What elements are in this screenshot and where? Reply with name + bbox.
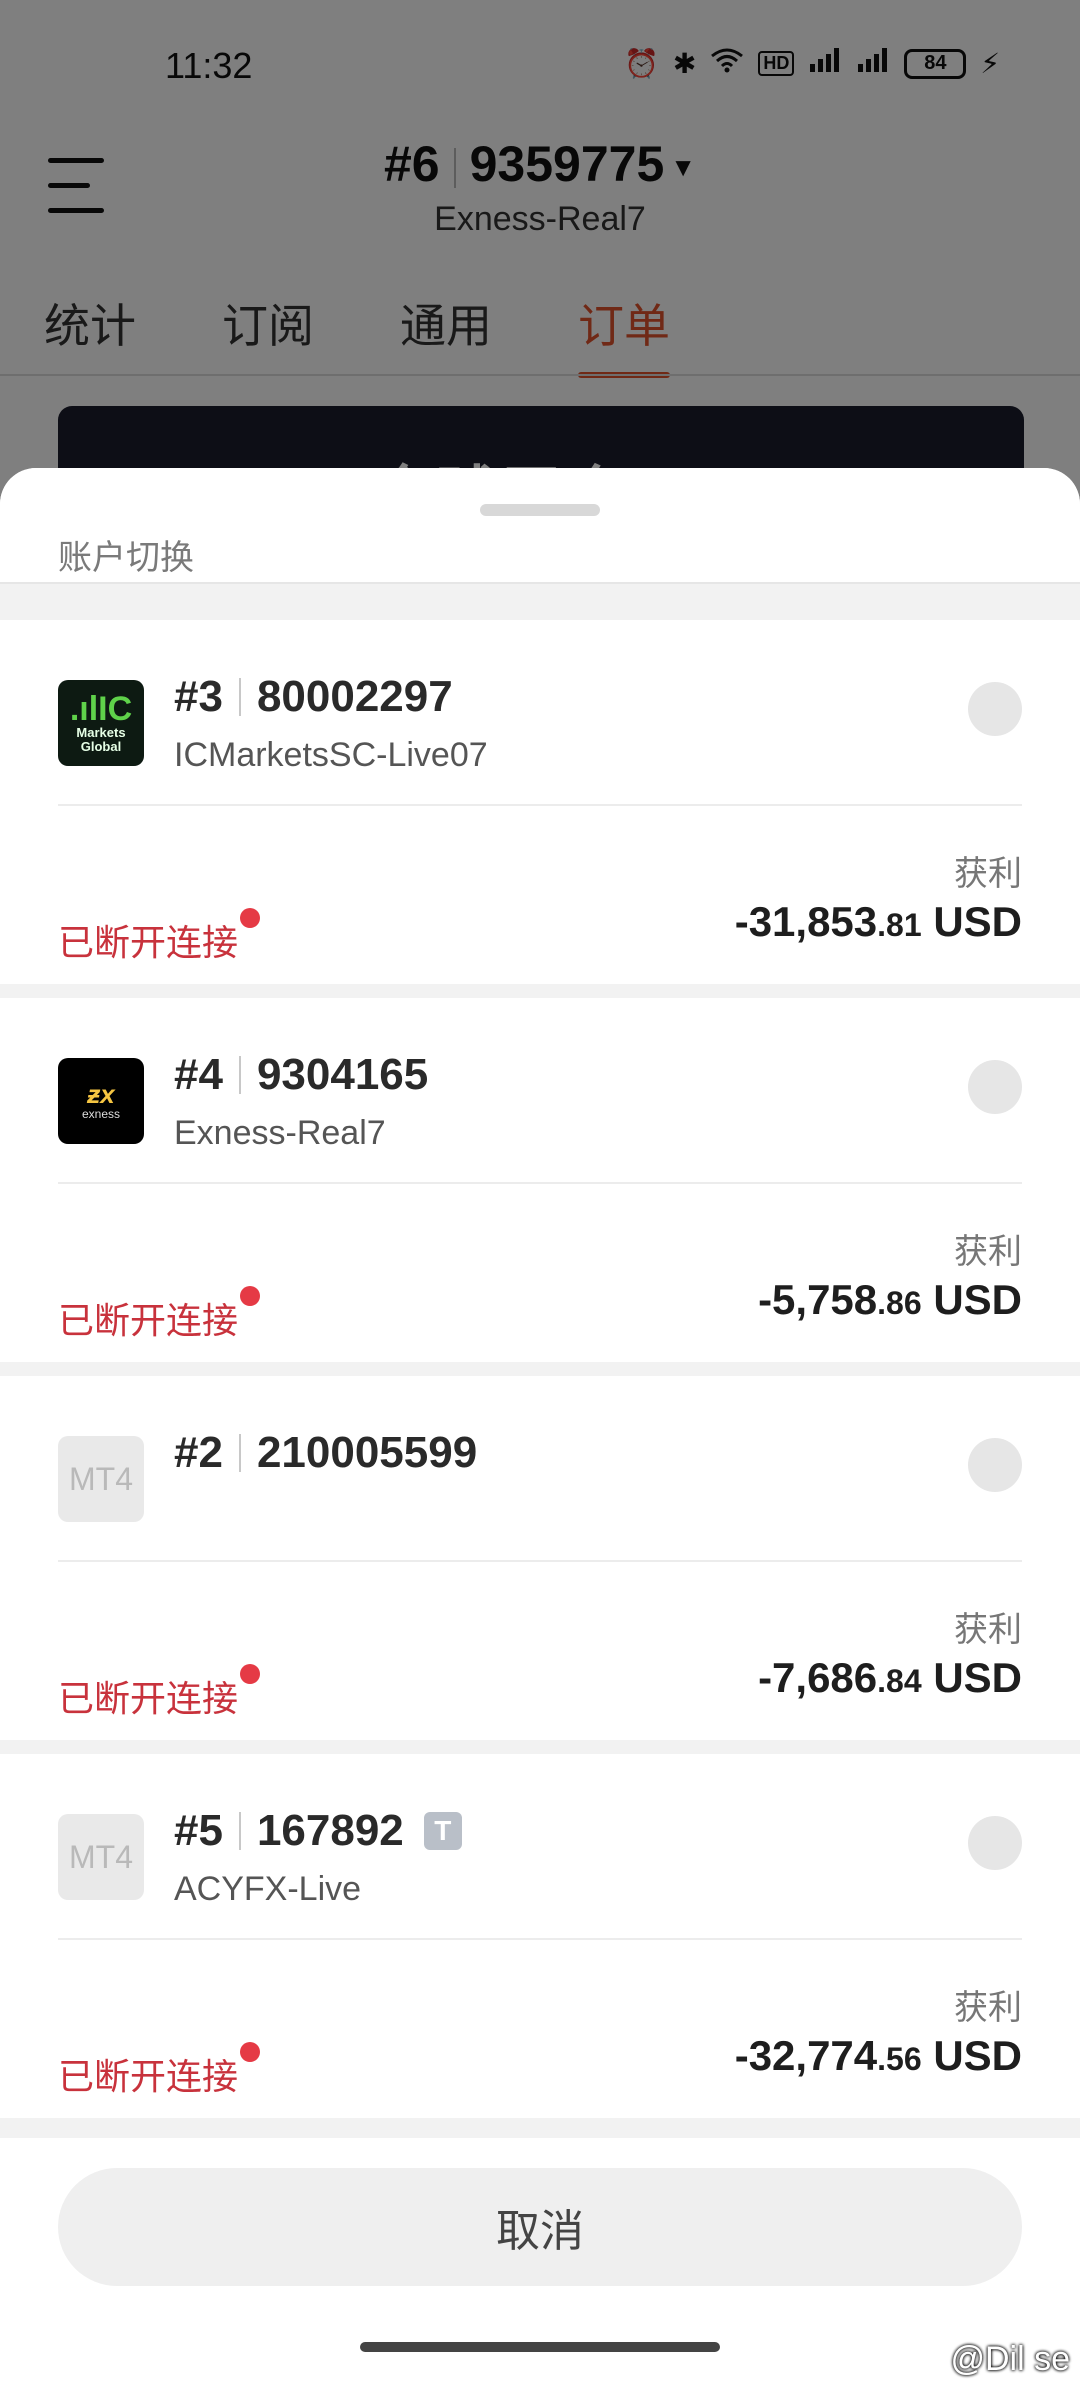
account-switch-sheet: 账户切换 .ılIC Markets Global #3 80002297 ICMa… xyxy=(0,468,1080,2400)
mt4-logo: MT4 xyxy=(58,1814,144,1900)
profit-value: -7,686.84 USD xyxy=(758,1654,1022,1702)
sheet-title: 账户切换 xyxy=(58,539,194,577)
sheet-footer: 取消 xyxy=(0,2138,1080,2400)
separator xyxy=(238,1812,241,1850)
account-server: Exness-Real7 xyxy=(174,1114,386,1152)
account-card[interactable]: MT4 #2 210005599 已断开连接 获利 -7,686.84 USD xyxy=(0,1376,1080,1740)
account-radio[interactable] xyxy=(968,1816,1022,1870)
account-radio[interactable] xyxy=(968,682,1022,736)
account-index: #3 xyxy=(174,672,223,721)
profit-integer: -5,758 xyxy=(758,1276,878,1323)
home-indicator[interactable] xyxy=(360,2342,720,2352)
profit-value: -5,758.86 USD xyxy=(758,1276,1022,1324)
account-number: 210005599 xyxy=(256,1428,478,1477)
status-dot-icon xyxy=(240,1664,261,1684)
status-dot-icon xyxy=(240,908,261,928)
connection-status: 已断开连接 xyxy=(58,908,261,966)
account-list: .ılIC Markets Global #3 80002297 ICMarkets… xyxy=(0,620,1080,2132)
drag-handle[interactable] xyxy=(480,504,600,516)
profit-value: -32,774.56 USD xyxy=(735,2032,1022,2080)
account-card-header: .ılIC Markets Global #3 80002297 ICMarkets… xyxy=(58,620,1022,806)
profit-label: 获利 xyxy=(954,1611,1022,1649)
status-dot-icon xyxy=(240,1286,261,1306)
account-id: #2 210005599 xyxy=(174,1428,477,1478)
connection-status: 已断开连接 xyxy=(58,1664,261,1722)
account-server: ICMarketsSC-Live07 xyxy=(174,736,488,774)
account-index: #4 xyxy=(174,1050,223,1099)
account-type-badge: T xyxy=(423,1812,462,1850)
connection-status-label: 已断开连接 xyxy=(58,922,239,963)
account-card[interactable]: .ılIC Markets Global #3 80002297 ICMarkets… xyxy=(0,620,1080,984)
connection-status-label: 已断开连接 xyxy=(58,1300,239,1341)
separator xyxy=(238,678,241,716)
mt4-logo: MT4 xyxy=(58,1436,144,1522)
watermark: @Dil se xyxy=(950,2340,1070,2378)
account-index: #2 xyxy=(174,1428,223,1477)
exness-logo: ƶx exness xyxy=(58,1058,144,1144)
profit-value: -31,853.81 USD xyxy=(735,898,1022,946)
connection-status-label: 已断开连接 xyxy=(58,2056,239,2097)
account-id: #3 80002297 xyxy=(174,672,453,722)
account-card[interactable]: MT4 #5 167892 T ACYFX-Live 已断开连接 获利 -32,… xyxy=(0,1754,1080,2118)
profit-currency: USD xyxy=(933,2032,1022,2079)
account-number: 9304165 xyxy=(256,1050,429,1099)
profit-label: 获利 xyxy=(954,855,1022,893)
profit-integer: -7,686 xyxy=(758,1654,878,1701)
account-card-header: MT4 #2 210005599 xyxy=(58,1376,1022,1562)
account-number: 80002297 xyxy=(256,672,453,721)
account-id: #5 167892 T xyxy=(174,1806,462,1856)
account-radio[interactable] xyxy=(968,1438,1022,1492)
profit-decimal: .81 xyxy=(877,907,922,943)
profit-integer: -31,853 xyxy=(734,898,878,945)
profit-currency: USD xyxy=(933,898,1022,945)
profit-currency: USD xyxy=(933,1654,1022,1701)
profit-decimal: .84 xyxy=(877,1663,922,1699)
connection-status: 已断开连接 xyxy=(58,2042,261,2100)
account-id: #4 9304165 xyxy=(174,1050,428,1100)
profit-decimal: .56 xyxy=(877,2041,922,2077)
profit-label: 获利 xyxy=(954,1989,1022,2027)
profit-integer: -32,774 xyxy=(734,2032,878,2079)
account-index: #5 xyxy=(174,1806,223,1855)
icmarkets-logo: .ılIC Markets Global xyxy=(58,680,144,766)
connection-status-label: 已断开连接 xyxy=(58,1678,239,1719)
separator xyxy=(238,1056,241,1094)
cancel-button[interactable]: 取消 xyxy=(58,2168,1022,2286)
account-server: ACYFX-Live xyxy=(174,1870,362,1908)
account-radio[interactable] xyxy=(968,1060,1022,1114)
sheet-header: 账户切换 xyxy=(0,468,1080,584)
account-card-header: ƶx exness #4 9304165 Exness-Real7 xyxy=(58,998,1022,1184)
profit-decimal: .86 xyxy=(877,1285,922,1321)
status-dot-icon xyxy=(240,2042,261,2062)
screen: 11:32 ⏰ ✱ HD 84 ⚡ #69359775▼ xyxy=(0,0,1080,2400)
separator xyxy=(238,1434,241,1472)
account-card[interactable]: ƶx exness #4 9304165 Exness-Real7 已断开连接 获… xyxy=(0,998,1080,1362)
profit-currency: USD xyxy=(933,1276,1022,1323)
profit-label: 获利 xyxy=(954,1233,1022,1271)
account-number: 167892 xyxy=(256,1806,404,1855)
connection-status: 已断开连接 xyxy=(58,1286,261,1344)
account-card-header: MT4 #5 167892 T ACYFX-Live xyxy=(58,1754,1022,1940)
